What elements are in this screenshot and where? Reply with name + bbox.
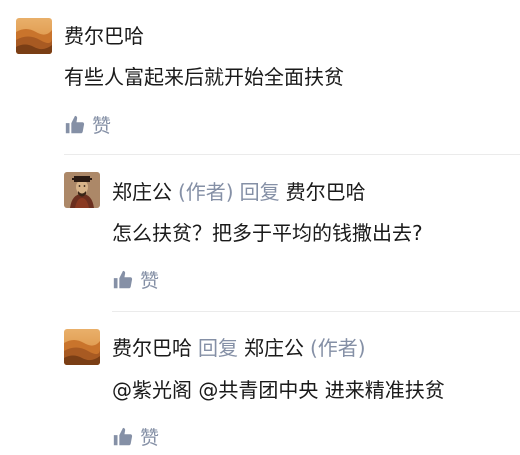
comment-header: 费尔巴哈 回复 郑庄公 (作者) xyxy=(112,335,366,361)
thumbs-up-icon xyxy=(113,270,133,288)
avatar-desert[interactable] xyxy=(64,329,100,365)
username[interactable]: 费尔巴哈 xyxy=(64,24,144,48)
reply-to-username[interactable]: 郑庄公 xyxy=(244,336,304,360)
like-label: 赞 xyxy=(140,427,160,449)
like-label: 赞 xyxy=(140,270,160,292)
comment-3: 费尔巴哈 回复 郑庄公 (作者) @紫光阁 @共青团中央 进来精准扶贫 赞 xyxy=(0,312,520,455)
comment-header: 郑庄公 (作者) 回复 费尔巴哈 xyxy=(112,179,366,205)
avatar-portrait[interactable] xyxy=(64,172,100,208)
like-button[interactable]: 赞 xyxy=(112,266,159,293)
reply-to-username[interactable]: 费尔巴哈 xyxy=(286,180,366,204)
thumbs-up-icon xyxy=(65,115,85,133)
comment-header: 费尔巴哈 xyxy=(64,23,144,49)
avatar-desert[interactable] xyxy=(16,18,52,54)
username[interactable]: 郑庄公 xyxy=(112,180,172,204)
comment-text: 有些人富起来后就开始全面扶贫 xyxy=(64,65,344,89)
comment-text: @紫光阁 @共青团中央 进来精准扶贫 xyxy=(112,378,445,402)
reply-word: 回复 xyxy=(198,336,238,360)
reply-word: 回复 xyxy=(239,180,280,204)
like-button[interactable]: 赞 xyxy=(112,423,159,450)
author-tag: (作者) xyxy=(310,336,366,360)
comment-2: 郑庄公 (作者) 回复 费尔巴哈 怎么扶贫？把多于平均的钱撒出去? 赞 xyxy=(0,155,520,305)
like-button[interactable]: 赞 xyxy=(64,111,111,138)
like-label: 赞 xyxy=(92,115,112,137)
username[interactable]: 费尔巴哈 xyxy=(112,336,192,360)
comment-text: 怎么扶贫？把多于平均的钱撒出去? xyxy=(112,221,423,245)
thumbs-up-icon xyxy=(113,427,133,445)
author-tag: (作者) xyxy=(178,180,234,204)
comment-1: 费尔巴哈 有些人富起来后就开始全面扶贫 赞 xyxy=(0,0,520,150)
